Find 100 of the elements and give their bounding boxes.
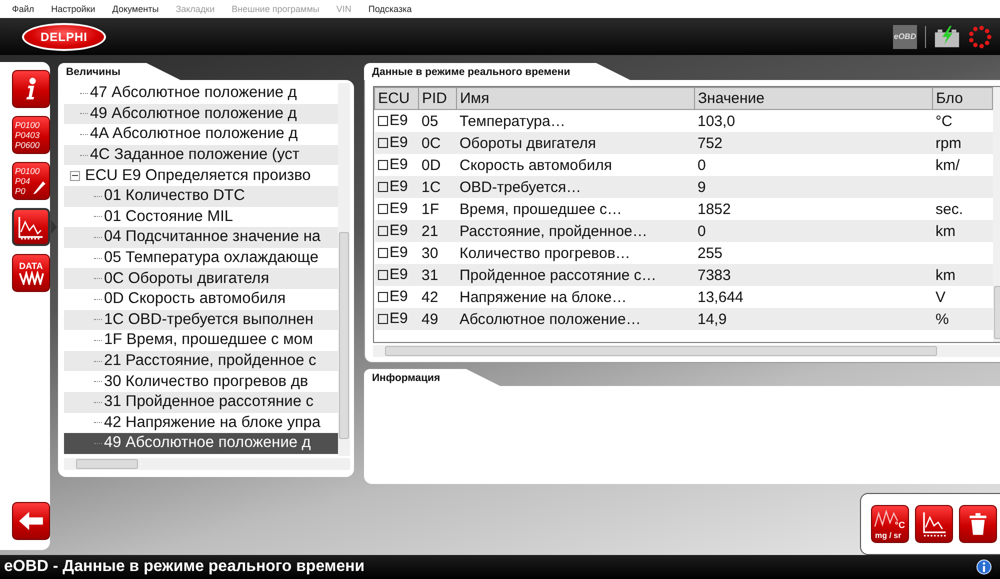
row-checkbox[interactable] <box>378 292 388 302</box>
chart-button[interactable] <box>915 505 953 543</box>
table-cell: E9 <box>390 266 408 284</box>
table-cell: V <box>936 288 946 306</box>
table-cell: 42 <box>422 288 438 306</box>
horizontal-scrollbar[interactable] <box>64 458 350 470</box>
row-checkbox[interactable] <box>378 160 388 170</box>
vertical-scrollbar[interactable] <box>338 83 350 456</box>
table-cell: E9 <box>390 222 408 240</box>
table-cell: 05 <box>422 112 438 130</box>
info-icon[interactable] <box>976 559 992 575</box>
column-header[interactable]: ECU <box>374 88 418 110</box>
wave-icon <box>17 271 45 285</box>
table-cell: 103,0 <box>698 112 736 130</box>
table-cell: E9 <box>390 244 408 262</box>
table-cell: km <box>936 266 956 284</box>
table-cell: E9 <box>390 200 408 218</box>
tree-item[interactable]: 21 Расстояние, пройденное с <box>64 350 338 372</box>
column-header[interactable]: PID <box>418 88 456 110</box>
table-cell: Температура… <box>460 112 566 130</box>
table-cell: Время, прошедшее с… <box>460 200 622 218</box>
tree-item[interactable]: 4C Заданное положение (уст <box>64 144 338 166</box>
tree-item[interactable]: 49 Абсолютное положение д <box>64 433 338 454</box>
info-button[interactable] <box>12 70 50 108</box>
logo: DELPHI <box>22 22 106 50</box>
tree-item[interactable]: 1C OBD-требуется выполнен <box>64 310 338 330</box>
arrow-left-icon <box>17 510 45 532</box>
table-cell: 0 <box>698 156 706 174</box>
tree-item[interactable]: 0D Скорость автомобиля <box>64 288 338 310</box>
tree-item[interactable]: 49 Абсолютное положение д <box>64 104 338 124</box>
table-cell: Напряжение на блоке… <box>460 288 627 306</box>
table-cell: Обороты двигателя <box>460 134 596 152</box>
table-cell: % <box>936 310 949 328</box>
table-cell: Количество прогревов… <box>460 244 630 262</box>
loading-icon <box>968 24 992 48</box>
row-checkbox[interactable] <box>378 270 388 280</box>
table-cell: km <box>936 222 956 240</box>
row-checkbox[interactable] <box>378 226 388 236</box>
tree-item[interactable]: 01 Количество DTC <box>64 186 338 207</box>
table-cell: E9 <box>390 288 408 306</box>
table-cell: E9 <box>390 178 408 196</box>
tree-item[interactable]: 4A Абсолютное положение д <box>64 124 338 145</box>
tree-item[interactable]: 04 Подсчитанное значение на <box>64 227 338 248</box>
table-cell: rpm <box>936 134 962 152</box>
tree-item[interactable]: 30 Количество прогревов дв <box>64 371 338 392</box>
table-cell: 255 <box>698 244 723 262</box>
collapse-icon[interactable] <box>70 170 80 181</box>
row-checkbox[interactable] <box>378 248 388 258</box>
table-cell: Скорость автомобиля <box>460 156 612 174</box>
mode-badge: eOBD <box>893 24 917 48</box>
table-cell: 9 <box>698 178 706 196</box>
table-cell: E9 <box>390 310 408 328</box>
pen-icon <box>31 179 47 195</box>
panel-title: Информация <box>372 372 440 384</box>
table-cell: 30 <box>422 244 438 262</box>
menu-item[interactable]: Настройки <box>51 4 96 14</box>
tree-item[interactable]: 47 Абсолютное положение д <box>64 83 338 104</box>
menu-item[interactable]: Документы <box>112 4 159 14</box>
row-checkbox[interactable] <box>378 116 388 126</box>
column-header[interactable]: Имя <box>456 88 694 110</box>
column-header[interactable]: Бло <box>932 88 992 110</box>
tree-item[interactable]: 01 Состояние MIL <box>64 206 338 228</box>
table-cell: 1852 <box>698 200 731 218</box>
table-cell: 1F <box>422 200 440 218</box>
table-cell: Абсолютное положение… <box>460 310 641 328</box>
row-checkbox[interactable] <box>378 314 388 324</box>
tree-item[interactable]: 05 Температура охлаждающе <box>64 248 338 268</box>
table-cell: 49 <box>422 310 438 328</box>
live-data-button[interactable] <box>12 208 50 246</box>
menu-item[interactable]: Файл <box>12 4 34 14</box>
trash-icon <box>968 512 988 536</box>
table-cell: 1C <box>422 178 441 196</box>
tree-item[interactable]: 42 Напряжение на блоке упра <box>64 412 338 434</box>
delete-button[interactable] <box>959 505 997 543</box>
tree-item[interactable]: 1F Время, прошедшее с мом <box>64 330 338 351</box>
row-checkbox[interactable] <box>378 204 388 214</box>
table-cell: 14,9 <box>698 310 727 328</box>
table-cell: 13,644 <box>698 288 744 306</box>
tree-group[interactable]: ECU E9 Определяется произво <box>64 165 338 186</box>
table-cell: 0C <box>422 134 441 152</box>
fault-codes-button[interactable]: P0100 P0403 P0600 <box>12 116 50 154</box>
row-checkbox[interactable] <box>378 182 388 192</box>
units-button[interactable]: °C mg / sr <box>871 505 909 543</box>
tree-item[interactable]: 31 Пройденное рассотяние с <box>64 392 338 412</box>
table-cell: 0D <box>422 156 441 174</box>
table-cell: 7383 <box>698 266 731 284</box>
table-cell: E9 <box>390 134 408 152</box>
table-cell: sec. <box>936 200 964 218</box>
tree-item[interactable]: 0C Обороты двигателя <box>64 268 338 289</box>
back-button[interactable] <box>12 502 50 540</box>
table-cell: °C <box>936 112 952 130</box>
horizontal-scrollbar[interactable] <box>373 345 1000 357</box>
data-button[interactable]: DATA <box>12 254 50 292</box>
table-cell: E9 <box>390 112 408 130</box>
row-checkbox[interactable] <box>378 138 388 148</box>
menu-item[interactable]: Подсказка <box>368 4 412 14</box>
column-header[interactable]: Значение <box>694 88 932 110</box>
panel-title: Величины <box>66 66 120 78</box>
table-cell: Расстояние, пройденное… <box>460 222 648 240</box>
edit-codes-button[interactable]: P0100 P04 P0 <box>12 162 50 200</box>
